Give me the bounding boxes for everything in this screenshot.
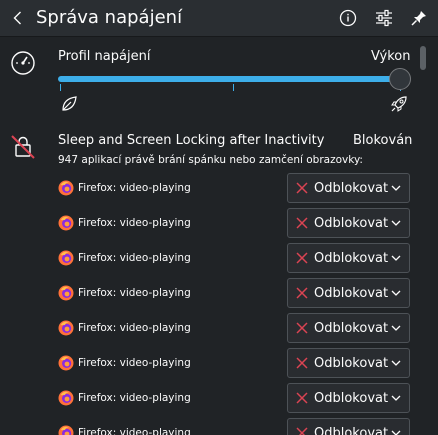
unblock-button[interactable]: Odblokovat [287, 383, 410, 413]
power-profile-label: Profil napájení [58, 49, 151, 64]
inhibition-title: Sleep and Screen Locking after Inactivit… [58, 133, 325, 148]
chevron-down-icon[interactable] [391, 288, 401, 298]
inhibition-item: Firefox: video-playing Odblokovat [0, 208, 418, 238]
app-label: Firefox: video-playing [78, 392, 191, 404]
close-icon [296, 322, 308, 334]
unblock-button[interactable]: Odblokovat [287, 173, 410, 203]
firefox-icon [58, 320, 74, 336]
unblock-label: Odblokovat [314, 215, 389, 231]
slider-tick [233, 84, 234, 91]
app-label: Firefox: video-playing [78, 182, 191, 194]
power-profile-slider[interactable] [58, 76, 402, 82]
scrollbar-thumb[interactable] [420, 46, 426, 70]
close-icon [296, 252, 308, 264]
unblock-label: Odblokovat [314, 180, 389, 196]
inhibition-item: Firefox: video-playing Odblokovat [0, 278, 418, 308]
unblock-button[interactable]: Odblokovat [287, 278, 410, 308]
pin-icon [411, 11, 426, 26]
inhibition-item: Firefox: video-playing Odblokovat [0, 418, 418, 435]
scrollbar[interactable] [420, 40, 428, 435]
unblock-label: Odblokovat [314, 355, 389, 371]
power-profile-value: Výkon [371, 49, 411, 64]
pin-button[interactable] [407, 6, 431, 30]
close-icon [296, 217, 308, 229]
chevron-down-icon[interactable] [391, 218, 401, 228]
unblock-button[interactable]: Odblokovat [287, 418, 410, 435]
info-icon [339, 9, 357, 27]
info-button[interactable] [336, 6, 360, 30]
power-profile-slider-handle[interactable] [389, 68, 411, 90]
inhibition-item: Firefox: video-playing Odblokovat [0, 243, 418, 273]
app-label: Firefox: video-playing [78, 287, 191, 299]
leaf-icon [60, 95, 78, 113]
lock-blocked-icon [10, 134, 36, 160]
chevron-left-icon [13, 11, 21, 25]
firefox-icon [58, 250, 74, 266]
close-icon [296, 427, 308, 435]
app-label: Firefox: video-playing [78, 357, 191, 369]
chevron-down-icon[interactable] [391, 183, 401, 193]
page-title: Správa napájení [36, 7, 183, 28]
speedometer-icon [10, 50, 36, 76]
app-label: Firefox: video-playing [78, 427, 191, 435]
header-bar: Správa napájení [0, 0, 438, 37]
unblock-label: Odblokovat [314, 425, 389, 435]
unblock-button[interactable]: Odblokovat [287, 348, 410, 378]
inhibition-summary: 947 aplikací právě brání spánku nebo zam… [58, 154, 363, 166]
configure-button[interactable] [372, 6, 396, 30]
chevron-down-icon[interactable] [391, 323, 401, 333]
back-button[interactable] [6, 6, 30, 30]
app-label: Firefox: video-playing [78, 252, 191, 264]
firefox-icon [58, 390, 74, 406]
firefox-icon [58, 425, 74, 435]
unblock-button[interactable]: Odblokovat [287, 208, 410, 238]
inhibition-item: Firefox: video-playing Odblokovat [0, 348, 418, 378]
close-icon [296, 357, 308, 369]
rocket-icon [390, 95, 408, 113]
close-icon [296, 392, 308, 404]
inhibition-item: Firefox: video-playing Odblokovat [0, 383, 418, 413]
unblock-label: Odblokovat [314, 390, 389, 406]
firefox-icon [58, 180, 74, 196]
close-icon [296, 287, 308, 299]
unblock-label: Odblokovat [314, 250, 389, 266]
unblock-label: Odblokovat [314, 320, 389, 336]
chevron-down-icon[interactable] [391, 428, 401, 435]
firefox-icon [58, 215, 74, 231]
unblock-button[interactable]: Odblokovat [287, 243, 410, 273]
unblock-label: Odblokovat [314, 285, 389, 301]
chevron-down-icon[interactable] [391, 393, 401, 403]
inhibition-status: Blokován [353, 133, 413, 148]
app-label: Firefox: video-playing [78, 322, 191, 334]
app-label: Firefox: video-playing [78, 217, 191, 229]
configure-icon [376, 9, 392, 27]
chevron-down-icon[interactable] [391, 253, 401, 263]
unblock-button[interactable]: Odblokovat [287, 313, 410, 343]
inhibition-item: Firefox: video-playing Odblokovat [0, 313, 418, 343]
chevron-down-icon[interactable] [391, 358, 401, 368]
slider-tick [60, 84, 61, 91]
firefox-icon [58, 355, 74, 371]
close-icon [296, 182, 308, 194]
firefox-icon [58, 285, 74, 301]
inhibition-item: Firefox: video-playing Odblokovat [0, 173, 418, 203]
